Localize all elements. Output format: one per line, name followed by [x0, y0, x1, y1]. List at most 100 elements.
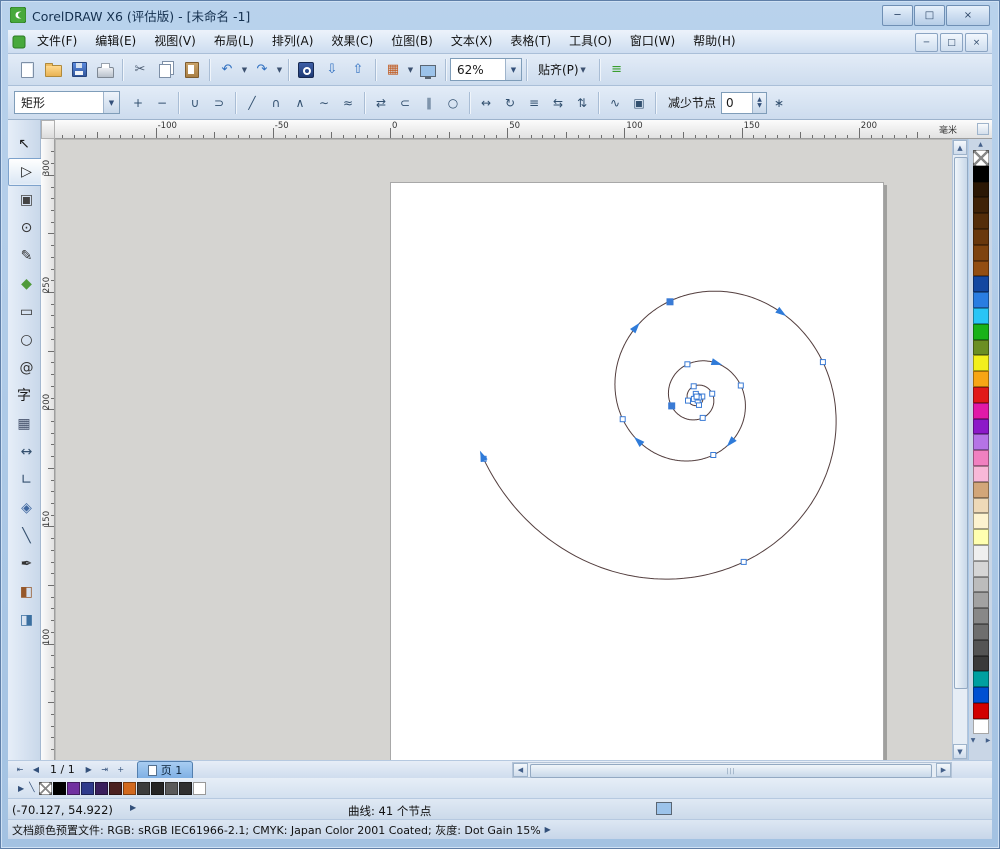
- menu-layout[interactable]: 布局(L): [205, 30, 263, 53]
- color-swatch[interactable]: [973, 419, 989, 435]
- color-swatch[interactable]: [973, 482, 989, 498]
- doc-color-swatch-none[interactable]: [39, 782, 52, 795]
- first-page-button[interactable]: ⇤: [12, 762, 28, 777]
- options-button[interactable]: ≡: [604, 57, 630, 83]
- rotate-nodes-button[interactable]: ↻: [498, 91, 522, 115]
- curve-node[interactable]: [710, 391, 715, 396]
- doc-color-swatch[interactable]: [81, 782, 94, 795]
- page-tab[interactable]: 页 1: [137, 761, 194, 778]
- freehand-tool[interactable]: ✎: [8, 242, 45, 270]
- menu-file[interactable]: 文件(F): [28, 30, 86, 53]
- menu-view[interactable]: 视图(V): [145, 30, 205, 53]
- menu-effects[interactable]: 效果(C): [322, 30, 382, 53]
- delete-node-button[interactable]: −: [150, 91, 174, 115]
- color-swatch[interactable]: [973, 276, 989, 292]
- scroll-right-icon[interactable]: ▶: [936, 763, 951, 777]
- horizontal-scrollbar-thumb[interactable]: |||: [530, 764, 932, 778]
- last-page-button[interactable]: ⇥: [97, 762, 113, 777]
- title-bar[interactable]: CorelDRAW X6 (评估版) - [未命名 -1] ─□×: [0, 0, 1000, 30]
- shape-tool[interactable]: ▷: [8, 158, 45, 186]
- curve-node-selected[interactable]: [667, 299, 673, 305]
- chevron-down-icon[interactable]: ▼: [240, 58, 249, 82]
- spiral-curve[interactable]: [484, 291, 836, 579]
- new-document-button[interactable]: [14, 57, 40, 83]
- color-swatch[interactable]: [973, 355, 989, 371]
- curve-node[interactable]: [691, 384, 696, 389]
- curve-node[interactable]: [741, 559, 746, 564]
- document-palette-flyout-button[interactable]: ▶: [14, 784, 28, 793]
- eyedropper-tool[interactable]: ╲: [8, 522, 45, 550]
- doc-color-swatch[interactable]: [137, 782, 150, 795]
- application-launcher-button[interactable]: ▦: [380, 57, 406, 83]
- color-swatch[interactable]: [973, 229, 989, 245]
- fill-tool[interactable]: ◧: [8, 578, 45, 606]
- reduce-nodes-spinner[interactable]: 0▲▼: [721, 92, 767, 114]
- menu-tools[interactable]: 工具(O): [560, 30, 621, 53]
- previous-page-button[interactable]: ◀: [28, 762, 44, 777]
- color-swatch[interactable]: [973, 640, 989, 656]
- add-node-button[interactable]: +: [126, 91, 150, 115]
- node-direction-arrow[interactable]: [711, 358, 723, 365]
- eyedropper-icon[interactable]: ╲: [29, 783, 37, 793]
- rectangle-tool[interactable]: ▭: [8, 298, 45, 326]
- connector-tool[interactable]: ∟: [8, 466, 45, 494]
- import-button[interactable]: ⇩: [319, 57, 345, 83]
- color-swatch[interactable]: [973, 197, 989, 213]
- menu-help[interactable]: 帮助(H): [684, 30, 744, 53]
- color-swatch[interactable]: [973, 340, 989, 356]
- smart-fill-tool[interactable]: ◆: [8, 270, 45, 298]
- cut-button[interactable]: ✂: [127, 57, 153, 83]
- next-page-button[interactable]: ▶: [81, 762, 97, 777]
- color-swatch[interactable]: [973, 182, 989, 198]
- add-page-button[interactable]: +: [113, 762, 129, 777]
- document-minimize-button[interactable]: ─: [915, 33, 938, 52]
- color-swatch[interactable]: [973, 245, 989, 261]
- color-swatch[interactable]: [973, 261, 989, 277]
- curve-smoothness-button[interactable]: ∗: [767, 91, 791, 115]
- zoom-level-combo[interactable]: 62%▼: [450, 58, 522, 81]
- doc-color-swatch[interactable]: [95, 782, 108, 795]
- vertical-scrollbar-thumb[interactable]: [954, 157, 968, 689]
- stretch-nodes-button[interactable]: ↔: [474, 91, 498, 115]
- color-swatch[interactable]: [973, 213, 989, 229]
- color-swatch[interactable]: [973, 513, 989, 529]
- color-swatch[interactable]: [973, 498, 989, 514]
- document-restore-button[interactable]: □: [940, 33, 963, 52]
- horizontal-ruler[interactable]: -100-50050100150200: [55, 120, 936, 139]
- break-curve-button[interactable]: ⊃: [207, 91, 231, 115]
- menu-table[interactable]: 表格(T): [501, 30, 560, 53]
- chevron-down-icon[interactable]: ▼: [406, 58, 415, 82]
- copy-button[interactable]: [153, 57, 179, 83]
- snap-to-button[interactable]: 贴齐(P)▼: [531, 58, 595, 82]
- menu-bitmaps[interactable]: 位图(B): [382, 30, 442, 53]
- scroll-left-icon[interactable]: ◀: [513, 763, 528, 777]
- curve-node[interactable]: [685, 362, 690, 367]
- color-swatch[interactable]: [973, 324, 989, 340]
- open-document-button[interactable]: [40, 57, 66, 83]
- minimize-button[interactable]: ─: [882, 5, 913, 26]
- color-swatch[interactable]: [973, 434, 989, 450]
- join-nodes-button[interactable]: ∪: [183, 91, 207, 115]
- redo-button[interactable]: ↷: [249, 57, 275, 83]
- document-close-button[interactable]: ×: [965, 33, 988, 52]
- drawing-canvas[interactable]: [55, 139, 952, 760]
- cusp-node-button[interactable]: ∧: [288, 91, 312, 115]
- search-content-button[interactable]: [293, 57, 319, 83]
- export-button[interactable]: ⇧: [345, 57, 371, 83]
- color-swatch[interactable]: [973, 292, 989, 308]
- color-swatch[interactable]: [973, 671, 989, 687]
- curve-node[interactable]: [686, 398, 691, 403]
- curve-node[interactable]: [620, 417, 625, 422]
- color-swatch[interactable]: [973, 450, 989, 466]
- menu-text[interactable]: 文本(X): [442, 30, 502, 53]
- color-swatch[interactable]: [973, 308, 989, 324]
- color-swatch[interactable]: [973, 577, 989, 593]
- convert-to-curve-button[interactable]: ∩: [264, 91, 288, 115]
- dimension-tool[interactable]: ↔: [8, 438, 45, 466]
- curve-node[interactable]: [694, 394, 699, 399]
- symmetrical-node-button[interactable]: ≈: [336, 91, 360, 115]
- chevron-down-icon[interactable]: ▼: [275, 58, 284, 82]
- node-direction-arrow[interactable]: [775, 307, 786, 316]
- reflect-horizontal-button[interactable]: ⇆: [546, 91, 570, 115]
- palette-flyout-icon[interactable]: ▶: [981, 734, 996, 746]
